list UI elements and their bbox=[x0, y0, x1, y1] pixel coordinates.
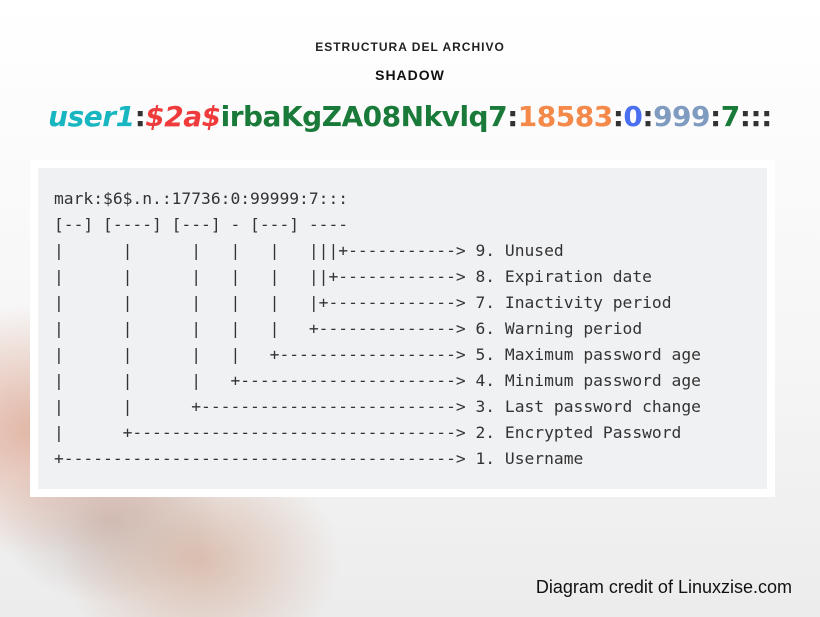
code-line-field-7: | | | | | |+-------------> 7. Inactivity… bbox=[54, 293, 672, 312]
header-line-1: ESTRUCTURA DEL ARCHIVO bbox=[315, 40, 505, 54]
diagram-card: mark:$6$.n.:17736:0:99999:7::: [--] [---… bbox=[30, 160, 775, 497]
code-line-field-2: | +---------------------------------> 2.… bbox=[54, 423, 682, 442]
segment-hash-id: $2a$ bbox=[145, 100, 221, 133]
code-line-field-4: | | | +----------------------> 4. Minimu… bbox=[54, 371, 701, 390]
code-line-field-6: | | | | | +--------------> 6. Warning pe… bbox=[54, 319, 643, 338]
code-line-field-1: +---------------------------------------… bbox=[54, 449, 584, 468]
segment-separator: : bbox=[612, 100, 624, 133]
segment-last-change: 18583 bbox=[517, 100, 613, 133]
segment-separator: : bbox=[710, 100, 721, 133]
code-block: mark:$6$.n.:17736:0:99999:7::: [--] [---… bbox=[38, 168, 767, 489]
segment-hash: irbaKgZA08Nkvlq7 bbox=[220, 100, 508, 133]
segment-min-age: 0 bbox=[623, 100, 643, 133]
code-line-example: mark:$6$.n.:17736:0:99999:7::: bbox=[54, 189, 349, 208]
shadow-example-line: user1:$2a$irbaKgZA08Nkvlq7:18583:0:999:7… bbox=[0, 100, 820, 133]
code-line-field-5: | | | | +------------------> 5. Maximum … bbox=[54, 345, 701, 364]
segment-separator: : bbox=[507, 100, 518, 133]
segment-trailing-fields: ::: bbox=[739, 100, 773, 133]
code-line-field-8: | | | | | ||+------------> 8. Expiration… bbox=[54, 267, 652, 286]
segment-separator: : bbox=[642, 100, 654, 133]
segment-warn: 7 bbox=[720, 100, 740, 133]
code-line-field-3: | | +--------------------------> 3. Last… bbox=[54, 397, 701, 416]
code-line-brackets: [--] [----] [---] - [---] ---- bbox=[54, 215, 349, 234]
segment-max-age: 999 bbox=[653, 100, 711, 133]
segment-username: user1 bbox=[48, 100, 135, 133]
header-line-2: SHADOW bbox=[375, 67, 445, 83]
diagram-credit: Diagram credit of Linuxzise.com bbox=[535, 577, 792, 597]
segment-separator: : bbox=[134, 100, 146, 133]
code-line-field-9: | | | | | |||+-----------> 9. Unused bbox=[54, 241, 564, 260]
